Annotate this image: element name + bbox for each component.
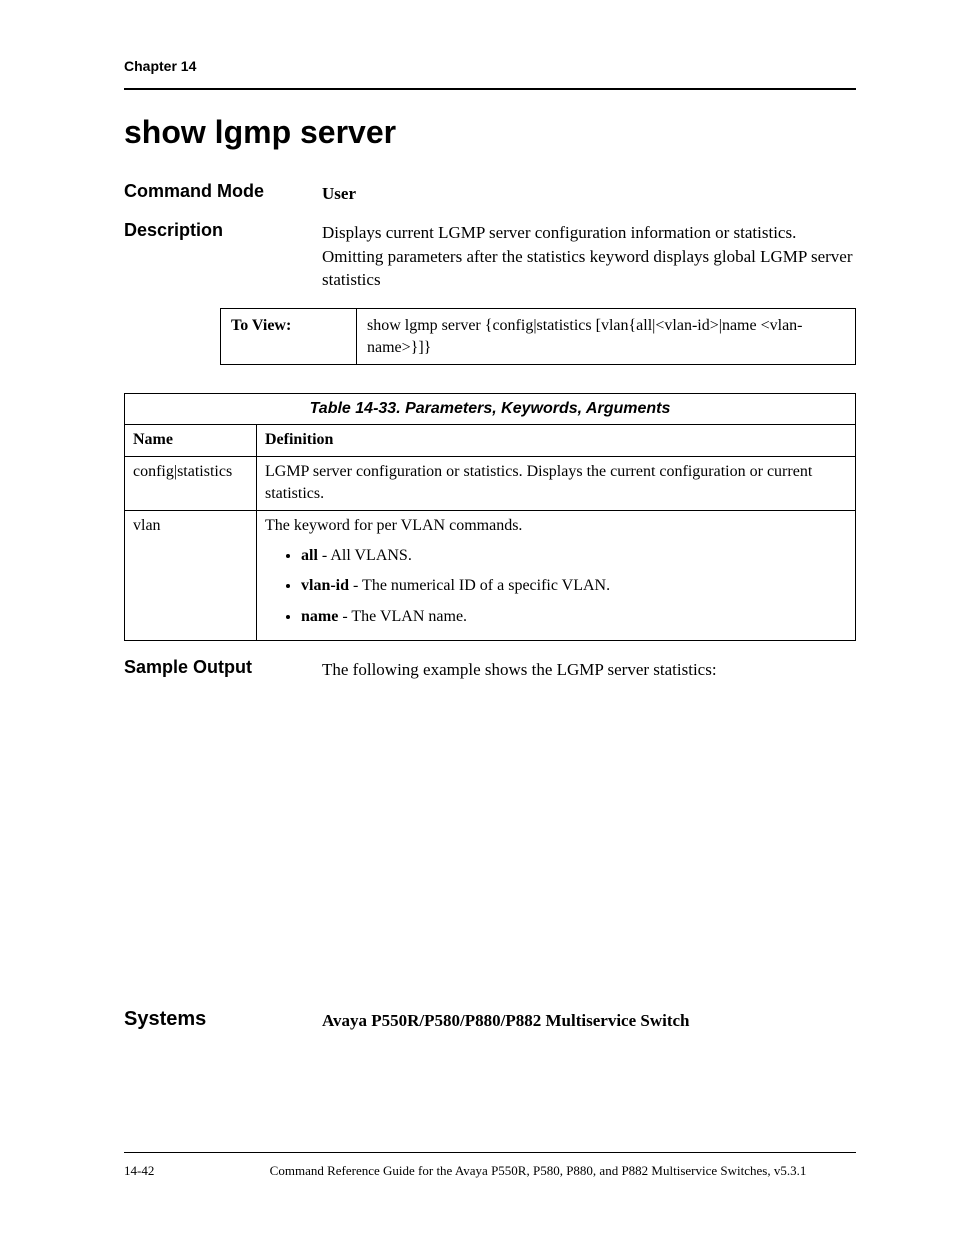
syntax-table: To View: show lgmp server {config|statis… [220,308,856,365]
header-definition: Definition [257,425,856,456]
command-mode-label: Command Mode [124,181,322,206]
table-row: config|statistics LGMP server configurat… [125,456,856,510]
chapter-header: Chapter 14 [124,58,856,74]
systems-value: Avaya P550R/P580/P880/P882 Multiservice … [322,1008,690,1031]
footer-page-number: 14-42 [124,1163,220,1179]
description-label: Description [124,220,322,292]
table-row: vlan The keyword for per VLAN commands. … [125,510,856,641]
parameter-table-header-row: Name Definition [125,425,856,456]
list-item: name - The VLAN name. [301,606,847,628]
syntax-label: To View: [221,309,357,365]
param-name: config|statistics [125,456,257,510]
footer-doc-title: Command Reference Guide for the Avaya P5… [220,1163,856,1179]
systems-label: Systems [124,1008,322,1031]
command-mode-value: User [322,181,856,206]
parameter-table: Table 14-33. Parameters, Keywords, Argum… [124,393,856,641]
sample-output-text: The following example shows the LGMP ser… [322,657,856,682]
param-definition: The keyword for per VLAN commands. all -… [257,510,856,641]
command-mode-row: Command Mode User [124,181,856,206]
param-bullet-list: all - All VLANS. vlan-id - The numerical… [265,545,847,628]
syntax-value: show lgmp server {config|statistics [vla… [357,309,856,365]
description-row: Description Displays current LGMP server… [124,220,856,292]
param-definition-text: The keyword for per VLAN commands. [265,517,522,534]
param-definition: LGMP server configuration or statistics.… [257,456,856,510]
param-name: vlan [125,510,257,641]
systems-row: Systems Avaya P550R/P580/P880/P882 Multi… [124,1008,856,1031]
description-text: Displays current LGMP server configurati… [322,220,856,292]
header-divider [124,88,856,90]
sample-output-row: Sample Output The following example show… [124,657,856,682]
sample-output-label: Sample Output [124,657,322,682]
page-footer: 14-42 Command Reference Guide for the Av… [124,1152,856,1179]
footer-divider [124,1152,856,1153]
list-item: vlan-id - The numerical ID of a specific… [301,575,847,597]
list-item: all - All VLANS. [301,545,847,567]
page-title: show lgmp server [124,114,856,151]
parameter-table-caption: Table 14-33. Parameters, Keywords, Argum… [124,393,856,424]
header-name: Name [125,425,257,456]
